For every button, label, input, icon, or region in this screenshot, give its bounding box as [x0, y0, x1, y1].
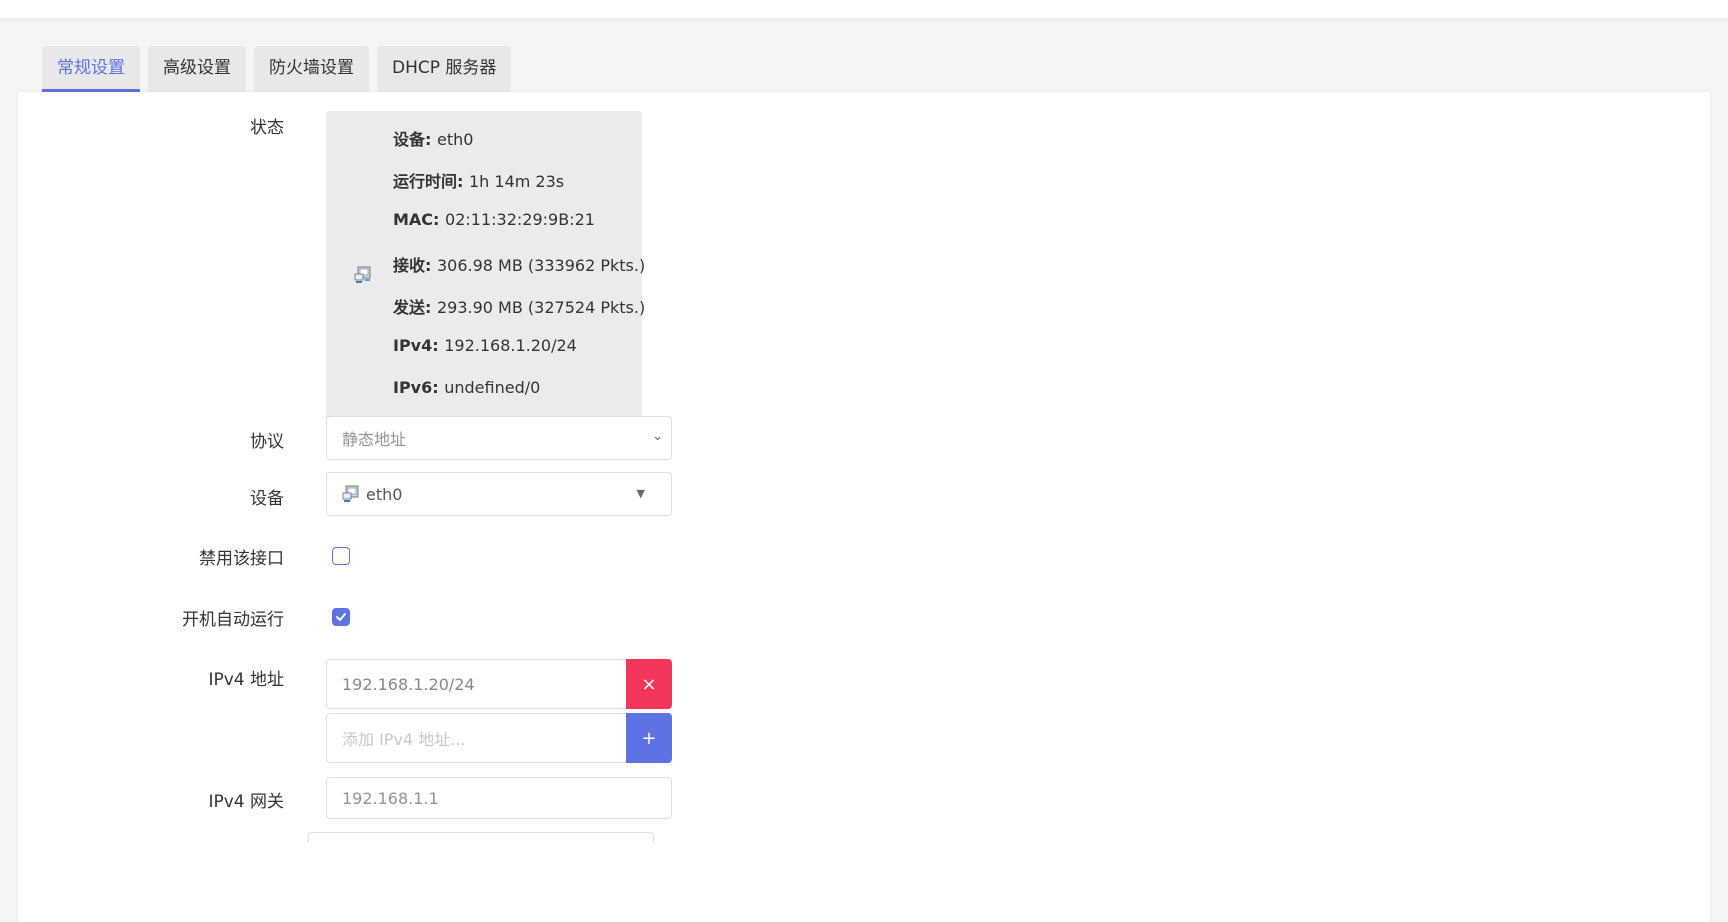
checkmark-icon [336, 613, 346, 621]
ipv4-address-input[interactable]: 192.168.1.20/24 [326, 659, 626, 709]
protocol-value: 静态地址 [342, 430, 407, 449]
tab-general-settings[interactable]: 常规设置 [42, 46, 140, 92]
protocol-select[interactable]: 静态地址 ⌄ [326, 416, 672, 460]
top-bar [0, 0, 1728, 18]
autostart-label: 开机自动运行 [182, 610, 284, 630]
add-ipv4-address-input[interactable]: 添加 IPv4 地址... [326, 713, 626, 763]
next-field-partial[interactable] [308, 832, 654, 842]
autostart-checkbox[interactable] [332, 608, 350, 626]
tab-bar: 常规设置 高级设置 防火墙设置 DHCP 服务器 [42, 46, 512, 92]
settings-panel: 状态 设备: eth0 运行时间: 1h 14m 23s MAC: 02:11:… [18, 92, 1710, 922]
ipv4-address-label: IPv4 地址 [208, 670, 284, 690]
network-adapter-icon [354, 266, 371, 283]
device-value: eth0 [366, 484, 403, 504]
disable-interface-label: 禁用该接口 [199, 549, 284, 569]
caret-down-icon: ▼ [636, 487, 645, 500]
status-box: 设备: eth0 运行时间: 1h 14m 23s MAC: 02:11:32:… [326, 111, 646, 442]
ipv4-gateway-input[interactable]: 192.168.1.1 [326, 777, 672, 819]
status-ipv4: IPv4: 192.168.1.20/24 [393, 336, 577, 355]
remove-ipv4-address-button[interactable]: × [626, 659, 672, 709]
status-rx: 接收: 306.98 MB (333962 Pkts.) [393, 256, 646, 275]
status-tx: 发送: 293.90 MB (327524 Pkts.) [393, 298, 646, 317]
ipv4-gateway-label: IPv4 网关 [208, 792, 284, 812]
protocol-label: 协议 [250, 432, 284, 452]
device-select[interactable]: eth0 ▼ [326, 472, 672, 516]
status-device: 设备: eth0 [393, 130, 474, 149]
network-adapter-icon [342, 485, 359, 502]
status-ipv6: IPv6: undefined/0 [393, 378, 541, 397]
status-label: 状态 [250, 118, 284, 138]
ipv4-gateway-value: 192.168.1.1 [342, 788, 439, 808]
tab-dhcp-server[interactable]: DHCP 服务器 [377, 46, 512, 92]
chevron-down-icon: ⌄ [652, 429, 663, 444]
tab-firewall-settings[interactable]: 防火墙设置 [254, 46, 369, 92]
add-ipv4-address-button[interactable]: + [626, 713, 672, 763]
tab-advanced-settings[interactable]: 高级设置 [148, 46, 246, 92]
status-uptime: 运行时间: 1h 14m 23s [393, 172, 565, 191]
device-label: 设备 [250, 489, 284, 509]
status-mac: MAC: 02:11:32:29:9B:21 [393, 210, 595, 229]
disable-interface-checkbox[interactable] [332, 547, 350, 565]
